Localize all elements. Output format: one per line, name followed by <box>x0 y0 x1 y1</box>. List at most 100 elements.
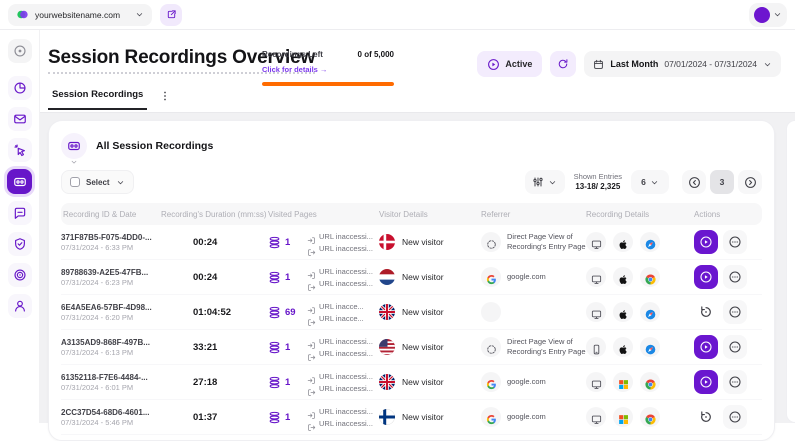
sidebar-item-privacy[interactable] <box>8 232 32 256</box>
chevron-down-icon <box>548 178 557 187</box>
play-recording-button[interactable] <box>694 335 718 359</box>
pending-icon <box>699 410 713 424</box>
refresh-button[interactable] <box>550 51 576 77</box>
row-more-button[interactable] <box>723 230 747 254</box>
sidebar-item-behavior[interactable] <box>8 138 32 162</box>
website-selector[interactable]: yourwebsitename.com <box>8 4 152 26</box>
row-more-button[interactable] <box>723 405 747 429</box>
select-dropdown[interactable]: Select <box>61 170 134 194</box>
visited-pages-count: 1 <box>285 237 297 248</box>
recording-id: 89788639-A2E5-47FB... <box>61 268 161 277</box>
column-header-7: Actions <box>694 210 764 219</box>
visitor-type: New visitor <box>402 342 444 352</box>
sidebar-item-feedback[interactable] <box>8 201 32 225</box>
visitor-type: New visitor <box>402 377 444 387</box>
pagination: 3 <box>682 170 762 194</box>
play-recording-button[interactable] <box>694 230 718 254</box>
external-link-icon <box>166 9 177 20</box>
row-more-button[interactable] <box>723 370 747 394</box>
calendar-icon <box>593 59 604 70</box>
column-header-3: Visited Pages <box>268 210 379 219</box>
apple-icon <box>613 302 633 322</box>
sidebar-item-statistics[interactable] <box>8 76 32 100</box>
page-size-dropdown[interactable]: 6 <box>631 170 669 194</box>
open-website-button[interactable] <box>160 4 182 26</box>
visited-pages-icon <box>268 236 281 249</box>
play-circle-icon <box>487 58 500 71</box>
desktop-icon <box>586 267 606 287</box>
column-settings-button[interactable] <box>525 170 565 194</box>
select-all-checkbox[interactable] <box>70 177 80 187</box>
apple-icon <box>613 337 633 357</box>
play-recording-button[interactable] <box>694 265 718 289</box>
table-row[interactable]: 6E4A5EA6-57BF-4D98... 07/31/2024 - 6:20 … <box>61 295 762 330</box>
shown-entries-label: Shown Entries <box>574 172 622 182</box>
sidebar-item-menu-toggle[interactable] <box>8 39 32 63</box>
recording-id: 6E4A5EA6-57BF-4D98... <box>61 303 161 312</box>
table-row[interactable]: 89788639-A2E5-47FB... 07/31/2024 - 6:23 … <box>61 260 762 295</box>
country-flag-netherlands-icon <box>379 269 395 285</box>
recording-id: 2CC37D54-68D6-4601... <box>61 408 161 417</box>
active-status-button[interactable]: Active <box>477 51 542 77</box>
recording-processing-button[interactable] <box>694 300 718 324</box>
visited-pages-count: 1 <box>285 272 297 283</box>
entry-page-url: URL inaccessi... <box>319 267 373 276</box>
previous-page-button[interactable] <box>682 170 706 194</box>
recordings-icon <box>67 139 81 153</box>
chevron-down-icon <box>135 10 144 19</box>
avatar <box>754 7 770 23</box>
row-more-button[interactable] <box>723 335 747 359</box>
sidebar-item-visitors[interactable] <box>8 294 32 318</box>
recordings-left-count: 0 of 5,000 <box>358 50 394 59</box>
table-row[interactable]: 2CC37D54-68D6-4601... 07/31/2024 - 5:46 … <box>61 400 762 435</box>
row-more-button[interactable] <box>723 265 747 289</box>
recording-processing-button[interactable] <box>694 405 718 429</box>
sidebar-item-goals[interactable] <box>8 263 32 287</box>
table-row[interactable]: 371F87B5-F075-4DD0-... 07/31/2024 - 6:33… <box>61 225 762 260</box>
chevron-down-icon <box>70 158 78 166</box>
table-toolbar: Select Shown Entries 13-18/ 2,325 6 <box>61 170 762 194</box>
topbar: yourwebsitename.com <box>0 0 795 30</box>
next-page-button[interactable] <box>738 170 762 194</box>
date-range-picker[interactable]: Last Month 07/01/2024 - 07/31/2024 <box>584 51 781 77</box>
visited-pages-count: 1 <box>285 412 297 423</box>
sidebar-item-session-recordings[interactable] <box>7 169 32 194</box>
table-row[interactable]: A3135AD9-868F-497B... 07/31/2024 - 6:13 … <box>61 330 762 365</box>
behavior-icon <box>13 143 27 157</box>
referrer-text: Direct Page View of Recording's Entry Pa… <box>507 337 586 357</box>
visited-pages-icon <box>268 341 281 354</box>
referrer-text: google.com <box>507 377 546 387</box>
more-options-icon <box>728 305 742 319</box>
google-icon <box>481 407 501 427</box>
exit-page-icon <box>307 419 316 428</box>
play-icon <box>699 340 713 354</box>
more-options-icon <box>728 375 742 389</box>
current-page: 3 <box>710 170 734 194</box>
play-recording-button[interactable] <box>694 370 718 394</box>
sidebar-item-campaigns[interactable] <box>8 107 32 131</box>
apple-icon <box>613 267 633 287</box>
recordings-left-details-link[interactable]: Click for details → <box>262 65 327 74</box>
exit-page-url: URL inaccessi... <box>319 419 373 428</box>
user-menu[interactable] <box>749 3 787 27</box>
arrow-right-circle-icon <box>744 176 757 189</box>
direct-referrer-icon <box>481 232 501 252</box>
recording-duration: 01:04:52 <box>193 307 231 318</box>
feedback-icon <box>13 206 27 220</box>
recording-id: A3135AD9-868F-497B... <box>61 338 161 347</box>
tab-session-recordings[interactable]: Session Recordings <box>48 89 147 110</box>
google-icon <box>481 267 501 287</box>
entry-page-url: URL inacce... <box>319 302 364 311</box>
chrome-icon <box>640 372 660 392</box>
entry-page-url: URL inaccessi... <box>319 337 373 346</box>
tab-options-icon[interactable] <box>159 90 171 102</box>
no-referrer-icon <box>481 302 501 322</box>
shown-entries-value: 13-18/ 2,325 <box>574 182 622 192</box>
recording-id: 371F87B5-F075-4DD0-... <box>61 233 161 242</box>
desktop-icon <box>586 407 606 427</box>
country-flag-usa-icon <box>379 339 395 355</box>
table-row[interactable]: 61352118-F7E6-4484-... 07/31/2024 - 6:01… <box>61 365 762 400</box>
recording-date: 07/31/2024 - 6:13 PM <box>61 348 161 357</box>
row-more-button[interactable] <box>723 300 747 324</box>
visited-pages-count: 69 <box>285 307 297 318</box>
